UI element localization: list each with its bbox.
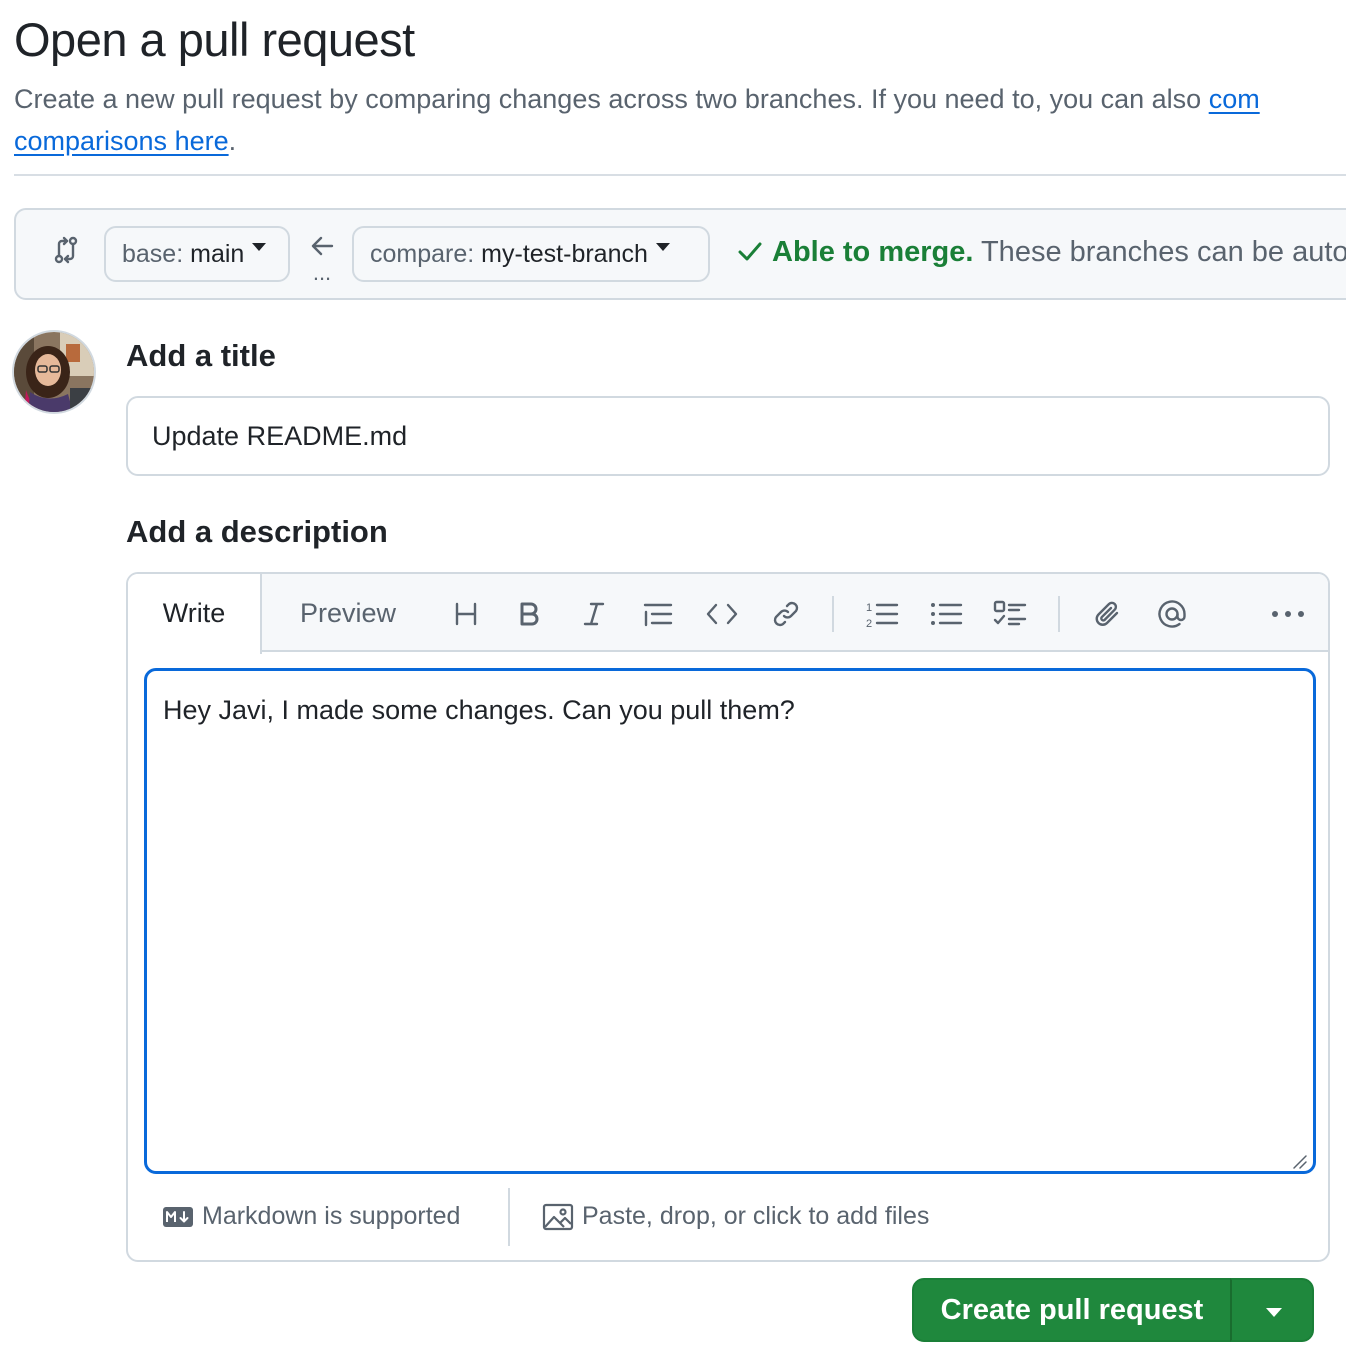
base-branch-value: main — [190, 240, 245, 268]
compare-branch-value: my-test-branch — [481, 240, 648, 268]
title-input[interactable] — [126, 396, 1330, 476]
bold-icon[interactable] — [510, 594, 550, 634]
base-branch-prefix: base: — [122, 240, 184, 268]
markdown-supported-link[interactable]: Markdown is supported — [162, 1202, 460, 1231]
paperclip-icon[interactable] — [1088, 594, 1128, 634]
tab-preview[interactable]: Preview — [280, 574, 416, 652]
markdown-supported-label: Markdown is supported — [202, 1202, 461, 1230]
footer-divider — [508, 1188, 510, 1246]
compare-branch-select[interactable]: compare: my-test-branch — [352, 226, 710, 282]
heading-icon[interactable] — [446, 594, 486, 634]
description-textarea[interactable]: Hey Javi, I made some changes. Can you p… — [144, 668, 1316, 1174]
description-label: Add a description — [126, 514, 388, 549]
caret-down-icon — [252, 243, 267, 252]
tab-write[interactable]: Write — [128, 574, 262, 654]
description-editor: Write Preview 12 Hey Javi, I made some c… — [126, 572, 1330, 1262]
create-pull-request-button[interactable]: Create pull request — [912, 1278, 1232, 1342]
arrow-left-icon: ... — [306, 228, 338, 285]
image-icon — [542, 1203, 574, 1230]
page-title: Open a pull request — [14, 13, 415, 66]
title-label: Add a title — [126, 338, 276, 373]
create-options-dropdown[interactable] — [1230, 1278, 1314, 1342]
compare-across-forks-link[interactable]: com — [1209, 84, 1260, 114]
git-compare-icon — [54, 236, 78, 264]
link-icon[interactable] — [766, 594, 806, 634]
mention-icon[interactable] — [1152, 594, 1192, 634]
code-icon[interactable] — [702, 594, 742, 634]
ordered-list-icon[interactable]: 12 — [862, 594, 902, 634]
svg-text:2: 2 — [866, 618, 872, 629]
base-branch-select[interactable]: base: main — [104, 226, 290, 282]
markdown-icon — [163, 1206, 193, 1227]
merge-status-text: These branches can be autor — [973, 236, 1346, 268]
task-list-icon[interactable] — [990, 594, 1030, 634]
range-dots: ... — [313, 260, 331, 284]
comparisons-here-link[interactable]: comparisons here — [14, 126, 229, 156]
toolbar-divider — [832, 596, 834, 632]
page-subtitle: Create a new pull request by comparing c… — [14, 78, 1346, 162]
merge-status: Able to merge. These branches can be aut… — [736, 236, 1346, 269]
caret-down-icon — [655, 243, 670, 252]
svg-text:1: 1 — [866, 602, 872, 614]
quote-icon[interactable] — [638, 594, 678, 634]
unordered-list-icon[interactable] — [926, 594, 966, 634]
check-icon — [738, 242, 762, 261]
add-files-label: Paste, drop, or click to add files — [582, 1202, 930, 1230]
avatar[interactable] — [12, 330, 96, 414]
editor-toolbar: Write Preview 12 — [128, 574, 1328, 654]
resize-handle-icon[interactable] — [1290, 1152, 1308, 1170]
more-options-icon[interactable] — [1268, 594, 1308, 634]
header-divider — [14, 174, 1346, 176]
subtitle-end: . — [228, 126, 237, 156]
branch-range-bar: base: main ... compare: my-test-branch A… — [14, 208, 1346, 300]
caret-down-icon — [1266, 1308, 1282, 1317]
add-files-button[interactable]: Paste, drop, or click to add files — [542, 1202, 929, 1231]
compare-branch-prefix: compare: — [370, 240, 475, 268]
merge-ok-label: Able to merge. — [772, 236, 974, 268]
toolbar-divider — [1058, 596, 1060, 632]
subtitle-text: Create a new pull request by comparing c… — [14, 84, 1209, 114]
italic-icon[interactable] — [574, 594, 614, 634]
